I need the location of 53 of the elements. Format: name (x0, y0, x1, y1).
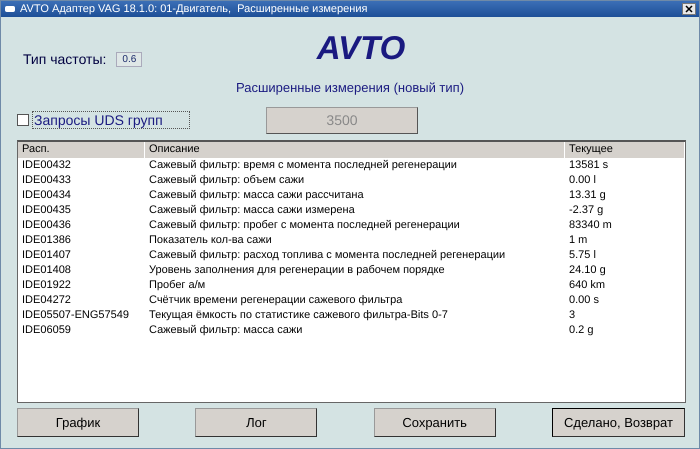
column-header[interactable]: Расп. (18, 142, 145, 158)
table-cell-text: IDE01386 (21, 233, 72, 248)
column-header[interactable]: Описание (145, 142, 565, 158)
action-button[interactable]: График (17, 408, 139, 437)
table-cell-text: 13.31 g (568, 188, 607, 203)
checkbox[interactable] (17, 114, 29, 126)
table-cell-text: IDE01922 (21, 278, 72, 293)
table-cell-text: IDE01408 (21, 263, 72, 278)
logo-text: AVTO (316, 29, 406, 68)
table-cell-text: 0.00 s (568, 293, 600, 308)
table-cell-text: IDE04272 (21, 293, 72, 308)
table-cell-text: Сажевый фильтр: масса сажи (148, 323, 304, 338)
table-cell-text: 0.00 l (568, 173, 597, 188)
table-cell-text: 13581 s (568, 158, 610, 173)
table-cell-text: Текущая ёмкость по статистике сажевого фильтра-Bits 0-7 (148, 308, 449, 323)
table-cell-text: IDE00434 (21, 188, 72, 203)
table-cell-text: Уровень заполнения для регенерации в рабочем порядке (148, 263, 446, 278)
table-cell-text: IDE06059 (21, 323, 72, 338)
app-icon (4, 4, 16, 14)
table-cell-text: Пробег а/м (148, 278, 206, 293)
action-button[interactable]: Сохранить (374, 408, 496, 437)
table-cell-text: Сажевый фильтр: объем сажи (148, 173, 306, 188)
table-cell-text: IDE01407 (21, 248, 72, 263)
table-cell-text: Счётчик времени регенерации сажевого фильтра (148, 293, 404, 308)
action-button[interactable]: Сделано, Возврат (552, 408, 685, 437)
table-cell-text: Сажевый фильтр: пробег с момента последней регенерации (148, 218, 461, 233)
table-cell-text: IDE00435 (21, 203, 72, 218)
table-cell-text: 0.2 g (568, 323, 594, 338)
table-cell-text: IDE00432 (21, 158, 72, 173)
table-cell-text: 5.75 l (568, 248, 597, 263)
action-button[interactable]: Лог (195, 408, 318, 437)
table-cell-text: IDE00436 (21, 218, 72, 233)
table-cell-text: Сажевый фильтр: масса сажи измерена (148, 203, 356, 218)
table-cell-text: Показатель кол-ва сажи (148, 233, 273, 248)
table-cell-text: 24.10 g (568, 263, 607, 278)
table-cell-text: 1 m (568, 233, 588, 248)
subtitle: Расширенные измерения (новый тип) (236, 80, 464, 95)
close-icon (685, 5, 693, 13)
table-cell-text: -2.37 g (568, 203, 604, 218)
table-cell-text: Сажевый фильтр: расход топлива с момента последней регенерации (148, 248, 506, 263)
column-header[interactable]: Текущее (565, 142, 685, 158)
checkbox-label[interactable]: Запросы UDS групп (32, 111, 190, 129)
table-cell-text: IDE05507-ENG57549 (21, 308, 130, 323)
frequency-value: 0.6 (116, 52, 142, 66)
table-cell-text: 83340 m (568, 218, 613, 233)
table-cell-text: Сажевый фильтр: время с момента последней регенерации (148, 158, 458, 173)
table-cell-text: 640 km (568, 278, 606, 293)
close-button[interactable] (682, 3, 696, 15)
table-cell-text: Сажевый фильтр: масса сажи рассчитана (148, 188, 365, 203)
frequency-label: Тип частоты: (23, 51, 106, 67)
table-cell-text: 3 (568, 308, 576, 323)
table-cell-text: IDE00433 (21, 173, 72, 188)
window-title: AVTO Адаптер VAG 18.1.0: 01-Двигатель, Расширенные измерения (20, 3, 368, 15)
